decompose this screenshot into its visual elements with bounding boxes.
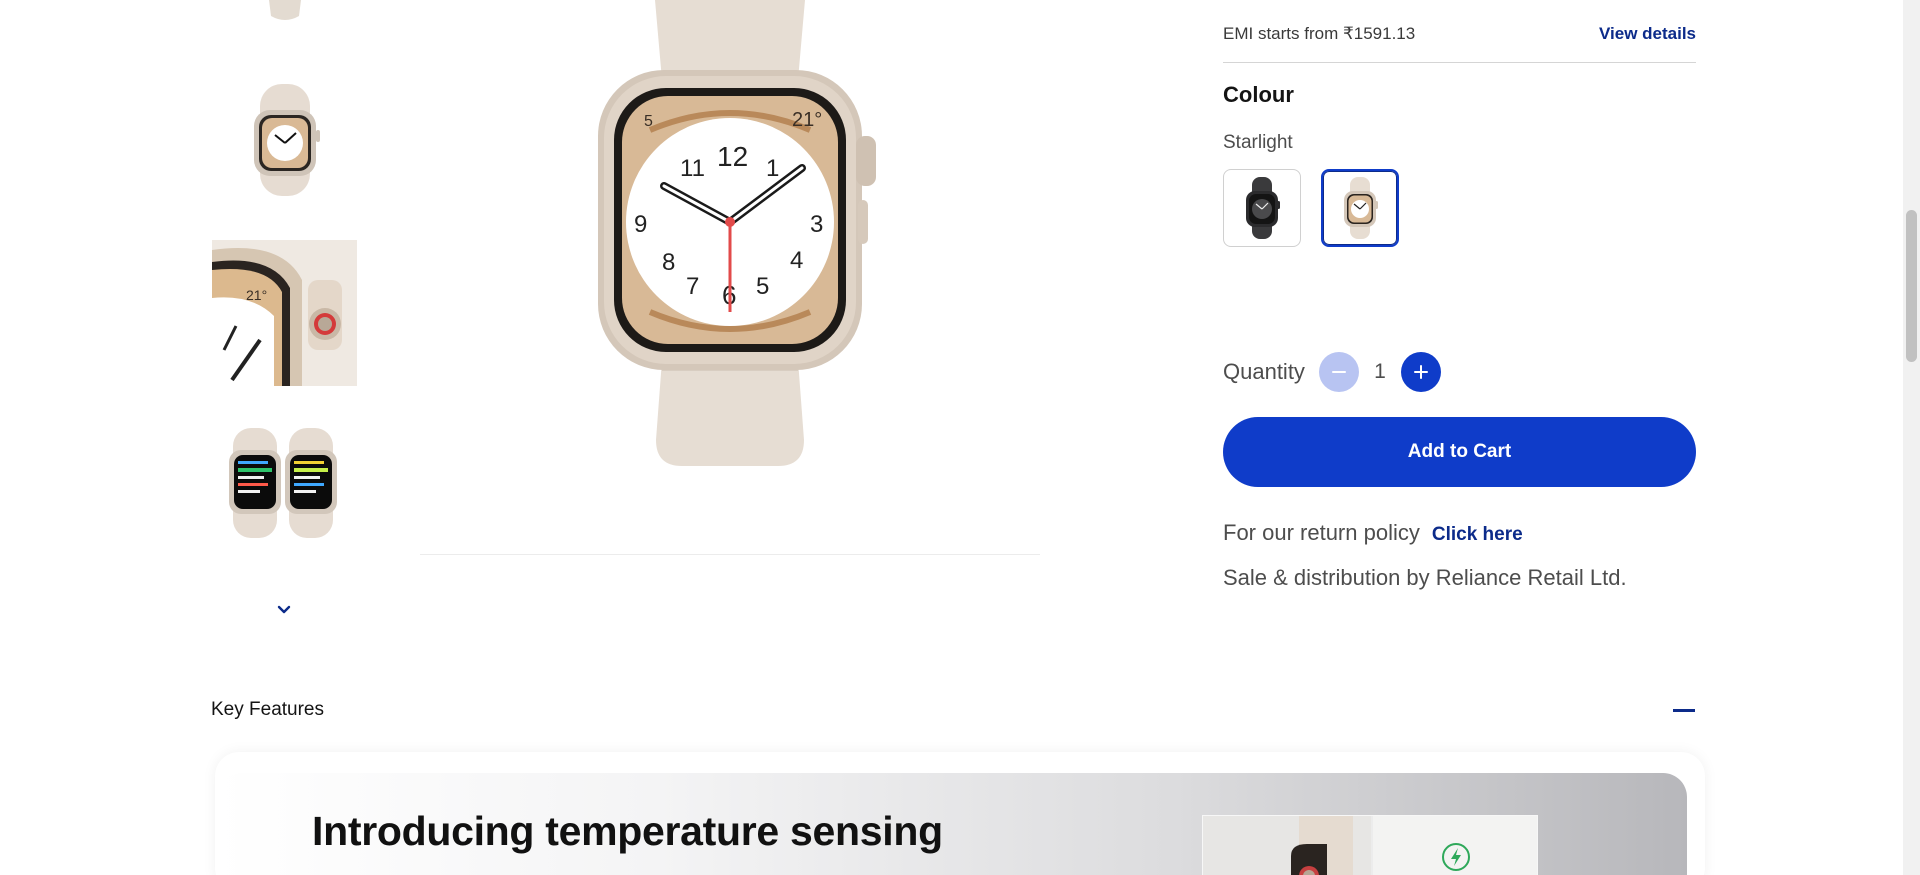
main-product-image: 5 21° 12 3 6 9 11 1 8 7 5 4 <box>400 0 1060 560</box>
svg-text:21°: 21° <box>792 109 822 131</box>
feature-banner-image <box>1202 815 1538 875</box>
colour-heading: Colour <box>1223 82 1294 107</box>
feature-banner-heading: Introducing temperature sensing <box>312 808 943 854</box>
page-scrollbar[interactable] <box>1903 0 1920 875</box>
colour-swatch-dark[interactable] <box>1223 169 1301 247</box>
thumbnail-watch-closeup[interactable]: 21° <box>212 240 357 386</box>
scrollbar-thumb[interactable] <box>1906 210 1917 362</box>
dark-watch-icon <box>1246 177 1280 239</box>
svg-text:11: 11 <box>680 155 705 182</box>
chevron-down-icon[interactable] <box>272 598 296 622</box>
svg-text:9: 9 <box>634 211 647 238</box>
image-underline <box>420 554 1040 555</box>
charging-bolt-image <box>1373 816 1537 875</box>
view-details-link[interactable]: View details <box>1599 24 1696 44</box>
collapse-minus-icon[interactable] <box>1672 698 1696 722</box>
add-to-cart-button[interactable]: Add to Cart <box>1223 417 1696 487</box>
colour-swatch-starlight[interactable] <box>1321 169 1399 247</box>
watch-side-image <box>1203 816 1371 875</box>
thumbnail-watch-front[interactable] <box>212 80 357 200</box>
svg-text:5: 5 <box>756 273 769 300</box>
svg-text:3: 3 <box>810 211 823 238</box>
seller-info: Sale & distribution by Reliance Retail L… <box>1223 565 1627 590</box>
emi-row: EMI starts from ₹1591.13 View details <box>1223 24 1696 44</box>
starlight-watch-icon <box>1344 177 1378 239</box>
svg-text:5: 5 <box>644 113 653 130</box>
key-features-title: Key Features <box>211 699 324 720</box>
svg-text:7: 7 <box>686 273 699 300</box>
quantity-label: Quantity <box>1223 359 1305 384</box>
svg-text:21°: 21° <box>246 287 267 303</box>
selected-colour-label: Starlight <box>1223 132 1293 153</box>
divider <box>1223 62 1696 63</box>
emi-text: EMI starts from ₹1591.13 <box>1223 24 1416 43</box>
svg-text:8: 8 <box>662 249 675 276</box>
return-policy-link[interactable]: Click here <box>1432 524 1523 546</box>
plus-icon[interactable] <box>1400 352 1441 392</box>
svg-text:4: 4 <box>790 247 803 274</box>
watch-illustration: 5 21° 12 3 6 9 11 1 8 7 5 4 <box>598 0 876 466</box>
thumbnail-watch-pair[interactable] <box>212 428 357 538</box>
return-policy-text: For our return policy <box>1223 520 1420 545</box>
key-features-header[interactable]: Key Features <box>211 698 1696 722</box>
quantity-stepper: Quantity 1 <box>1223 352 1441 392</box>
thumbnail-band-partial[interactable] <box>212 0 357 24</box>
lightning-icon <box>1442 843 1470 871</box>
quantity-value: 1 <box>1374 360 1386 383</box>
svg-text:12: 12 <box>717 141 748 172</box>
return-policy-row: For our return policy Click here <box>1223 520 1523 546</box>
svg-text:1: 1 <box>766 155 779 182</box>
minus-icon[interactable] <box>1318 352 1359 392</box>
